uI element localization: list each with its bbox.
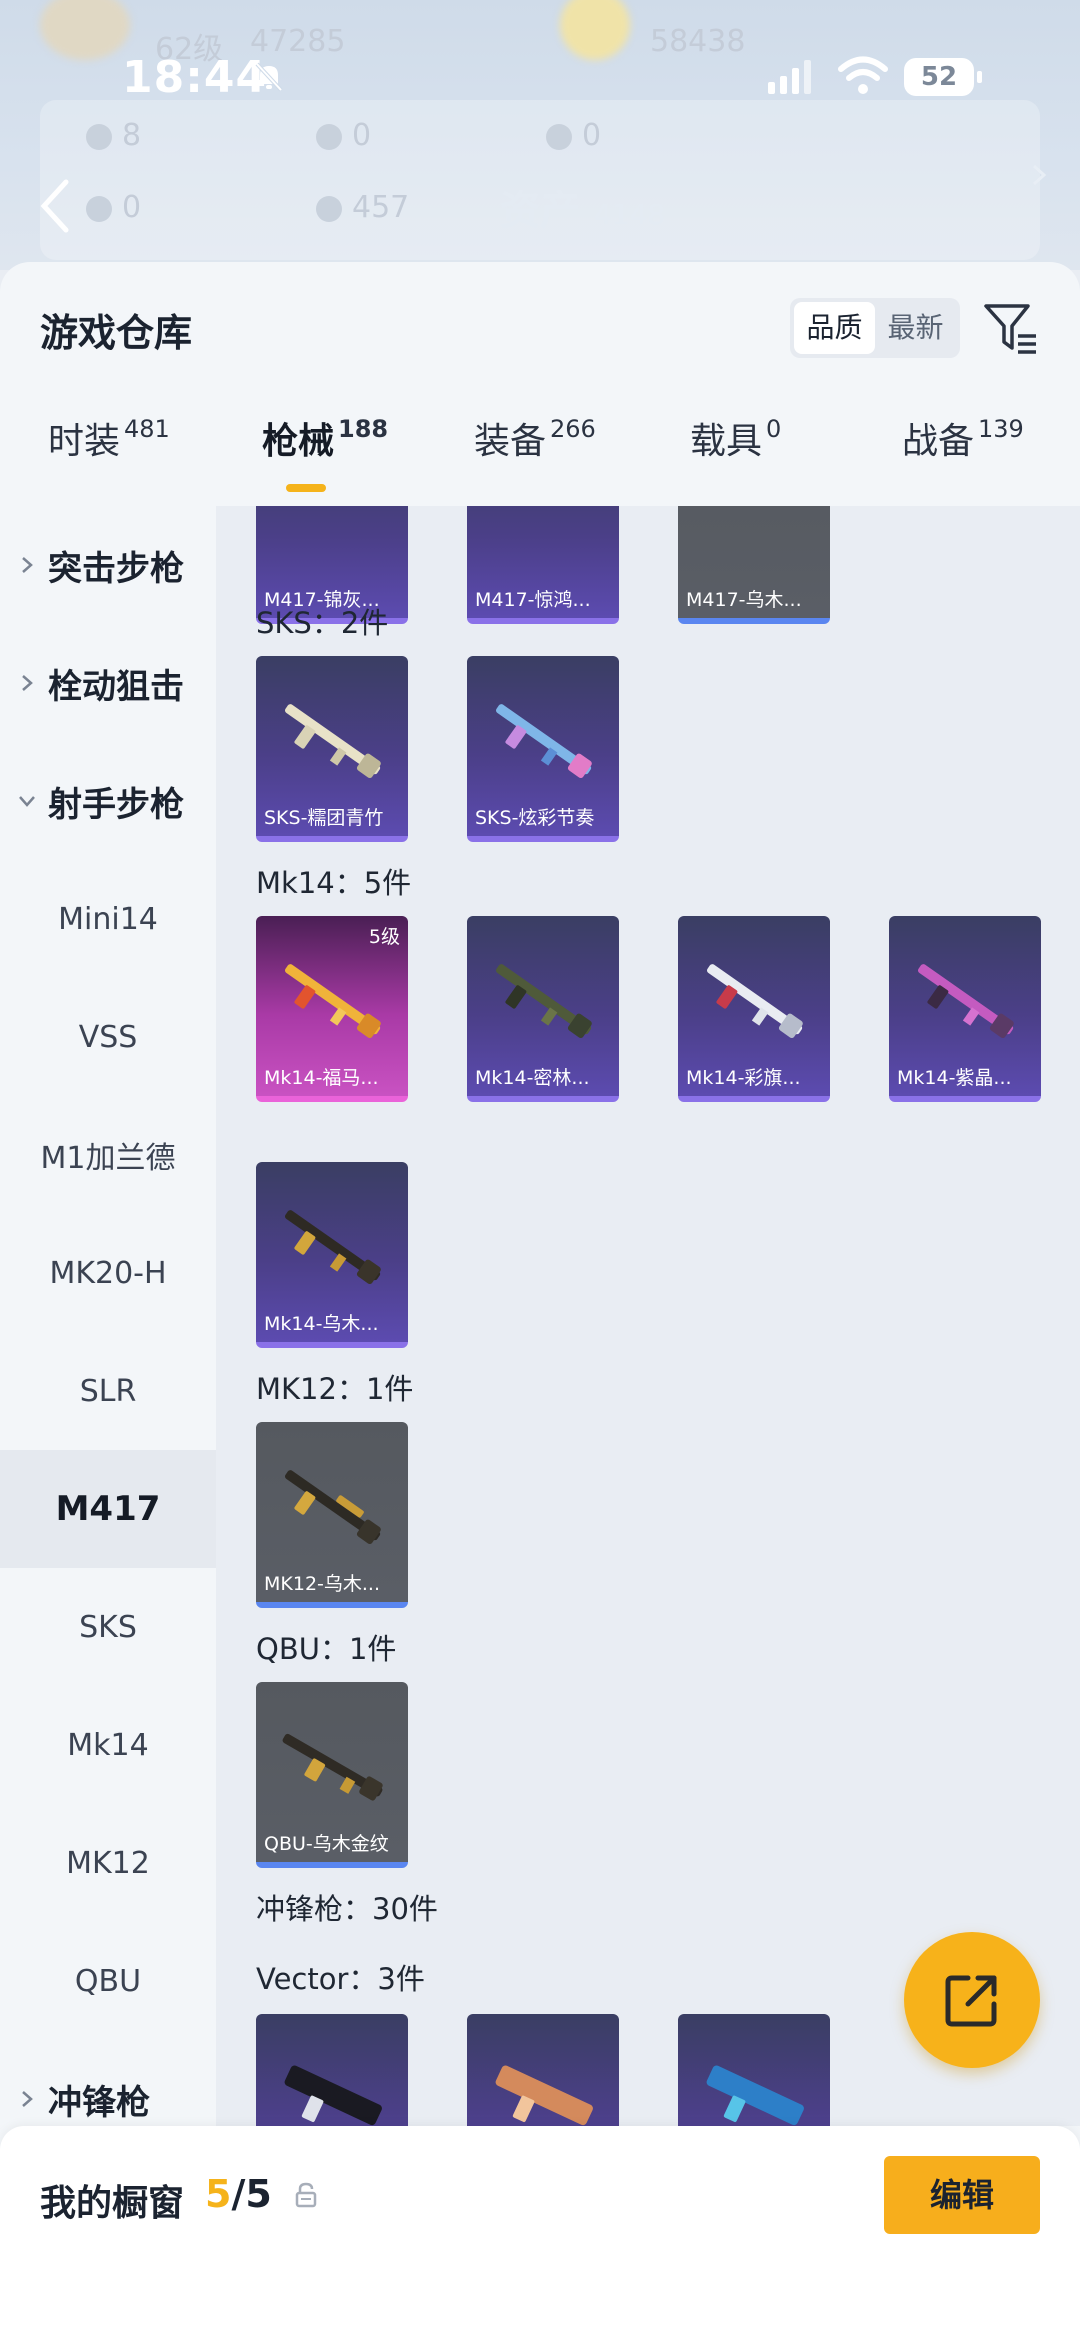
share-external-icon xyxy=(945,1975,997,2027)
sort-toggle: 品质 最新 xyxy=(790,298,960,358)
tab-gear[interactable]: 战备 139 xyxy=(902,412,1024,506)
chevron-right-icon xyxy=(22,2091,33,2107)
section-label-vector: Vector：3件 xyxy=(256,1962,425,1996)
bg-stat-5: 457 xyxy=(316,190,409,225)
avatar-blur xyxy=(40,0,130,60)
showcase-title: 我的橱窗 xyxy=(40,2183,185,2224)
asset-title: 资产 4148 xyxy=(500,188,666,234)
item-card[interactable]: Mk14-紫晶... xyxy=(889,916,1041,1102)
share-fab-button[interactable] xyxy=(904,1932,1040,2068)
item-grid: M417-锦灰... M417-惊鸿... M417-乌木... SKS：2件 … xyxy=(216,506,1080,2126)
profile-background: 62级 47285 58438 8 0 0 0 457 资产 4148 xyxy=(0,0,1080,270)
item-card[interactable]: M417-惊鸿... xyxy=(467,506,619,624)
sort-latest-button[interactable]: 最新 xyxy=(875,302,956,354)
rifle-skin-icon xyxy=(285,1210,381,1284)
chevron-down-icon xyxy=(19,796,35,807)
tab-vehicles[interactable]: 载具 0 xyxy=(690,412,781,506)
chevron-right-icon xyxy=(22,675,33,691)
bg-score: 58438 xyxy=(650,24,746,59)
nav-item-slr[interactable]: SLR xyxy=(0,1332,216,1450)
nav-group-assault-rifle[interactable]: 突击步枪 xyxy=(0,506,216,624)
item-card[interactable]: SKS-炫彩节奏 xyxy=(467,656,619,842)
status-time: 18:44 xyxy=(122,52,268,103)
rank-emblem-blur xyxy=(560,0,630,60)
filter-icon[interactable] xyxy=(982,300,1040,356)
item-card[interactable]: MK12-乌木... xyxy=(256,1422,408,1608)
level-badge: 5级 xyxy=(368,926,400,948)
smg-skin-icon xyxy=(495,2065,593,2126)
rifle-skin-icon xyxy=(282,1733,383,1801)
item-card[interactable]: Mk14-密林... xyxy=(467,916,619,1102)
bell-muted-icon xyxy=(255,62,283,92)
item-card[interactable] xyxy=(678,2014,830,2126)
item-card[interactable]: QBU-乌木金纹 xyxy=(256,1682,408,1868)
item-card[interactable]: SKS-糯团青竹 xyxy=(256,656,408,842)
bg-stat-1: 8 xyxy=(86,118,141,153)
nav-item-mk12[interactable]: MK12 xyxy=(0,1804,216,1922)
nav-item-qbu[interactable]: QBU xyxy=(0,1922,216,2040)
battery-indicator: 52 xyxy=(904,58,982,96)
nav-item-mk14[interactable]: Mk14 xyxy=(0,1686,216,1804)
section-label-sks: SKS：2件 xyxy=(256,606,389,640)
item-card[interactable]: Mk14-彩旗... xyxy=(678,916,830,1102)
bg-stat-4: 0 xyxy=(86,190,141,225)
tab-fashion[interactable]: 时装 481 xyxy=(48,412,170,506)
item-card[interactable]: M417-乌木... xyxy=(678,506,830,624)
nav-item-mini14[interactable]: Mini14 xyxy=(0,860,216,978)
item-card[interactable] xyxy=(256,2014,408,2126)
bg-stat-2: 0 xyxy=(316,118,371,153)
lock-icon xyxy=(295,2182,317,2208)
showcase-count: 5/5 xyxy=(205,2172,272,2216)
section-label-mk14: Mk14：5件 xyxy=(256,866,412,900)
nav-item-sks[interactable]: SKS xyxy=(0,1568,216,1686)
chevron-right-icon xyxy=(1032,164,1047,186)
section-label-mk12: MK12：1件 xyxy=(256,1372,414,1406)
section-label-qbu: QBU：1件 xyxy=(256,1632,397,1666)
nav-item-vss[interactable]: VSS xyxy=(0,978,216,1096)
rifle-skin-icon xyxy=(707,964,803,1038)
nav-item-m1-garand[interactable]: M1加兰德 xyxy=(0,1096,216,1214)
nav-group-bolt-sniper[interactable]: 栓动狙击 xyxy=(0,624,216,742)
item-card[interactable] xyxy=(467,2014,619,2126)
rifle-skin-icon xyxy=(285,964,381,1038)
nav-item-m417[interactable]: M417 xyxy=(0,1450,216,1568)
category-tabs: 时装 481 枪械 188 装备 266 载具 0 战备 139 xyxy=(0,412,1080,506)
nav-item-mk20h[interactable]: MK20-H xyxy=(0,1214,216,1332)
sort-quality-button[interactable]: 品质 xyxy=(794,302,875,354)
item-card[interactable]: Mk14-乌木... xyxy=(256,1162,408,1348)
rifle-skin-icon xyxy=(496,704,592,778)
sheet-title: 游戏仓库 xyxy=(40,311,193,355)
chevron-right-icon xyxy=(22,557,33,573)
cellular-signal-icon xyxy=(768,60,811,94)
smg-skin-icon xyxy=(706,2065,804,2126)
tab-equipment[interactable]: 装备 266 xyxy=(474,412,596,506)
rifle-skin-icon xyxy=(496,964,592,1038)
tab-active-indicator xyxy=(286,484,326,492)
rifle-skin-icon xyxy=(285,1470,381,1544)
item-card[interactable]: 5级 Mk14-福马... xyxy=(256,916,408,1102)
wifi-icon xyxy=(838,56,888,94)
rifle-skin-icon xyxy=(285,704,381,778)
smg-skin-icon xyxy=(284,2065,382,2126)
section-label-smg: 冲锋枪：30件 xyxy=(256,1892,438,1926)
bg-stat-3: 0 xyxy=(546,118,601,153)
rifle-skin-icon xyxy=(918,964,1014,1038)
tab-firearms[interactable]: 枪械 188 xyxy=(262,412,388,506)
showcase-bar: 我的橱窗 5/5 编辑 xyxy=(0,2126,1080,2347)
weapon-category-nav: 突击步枪 栓动狙击 射手步枪 Mini14 VSS M1加兰德 MK20-H S… xyxy=(0,506,216,2126)
nav-group-marksman-rifle[interactable]: 射手步枪 xyxy=(0,742,216,860)
edit-button[interactable]: 编辑 xyxy=(884,2156,1040,2234)
back-arrow-icon[interactable] xyxy=(36,176,76,236)
